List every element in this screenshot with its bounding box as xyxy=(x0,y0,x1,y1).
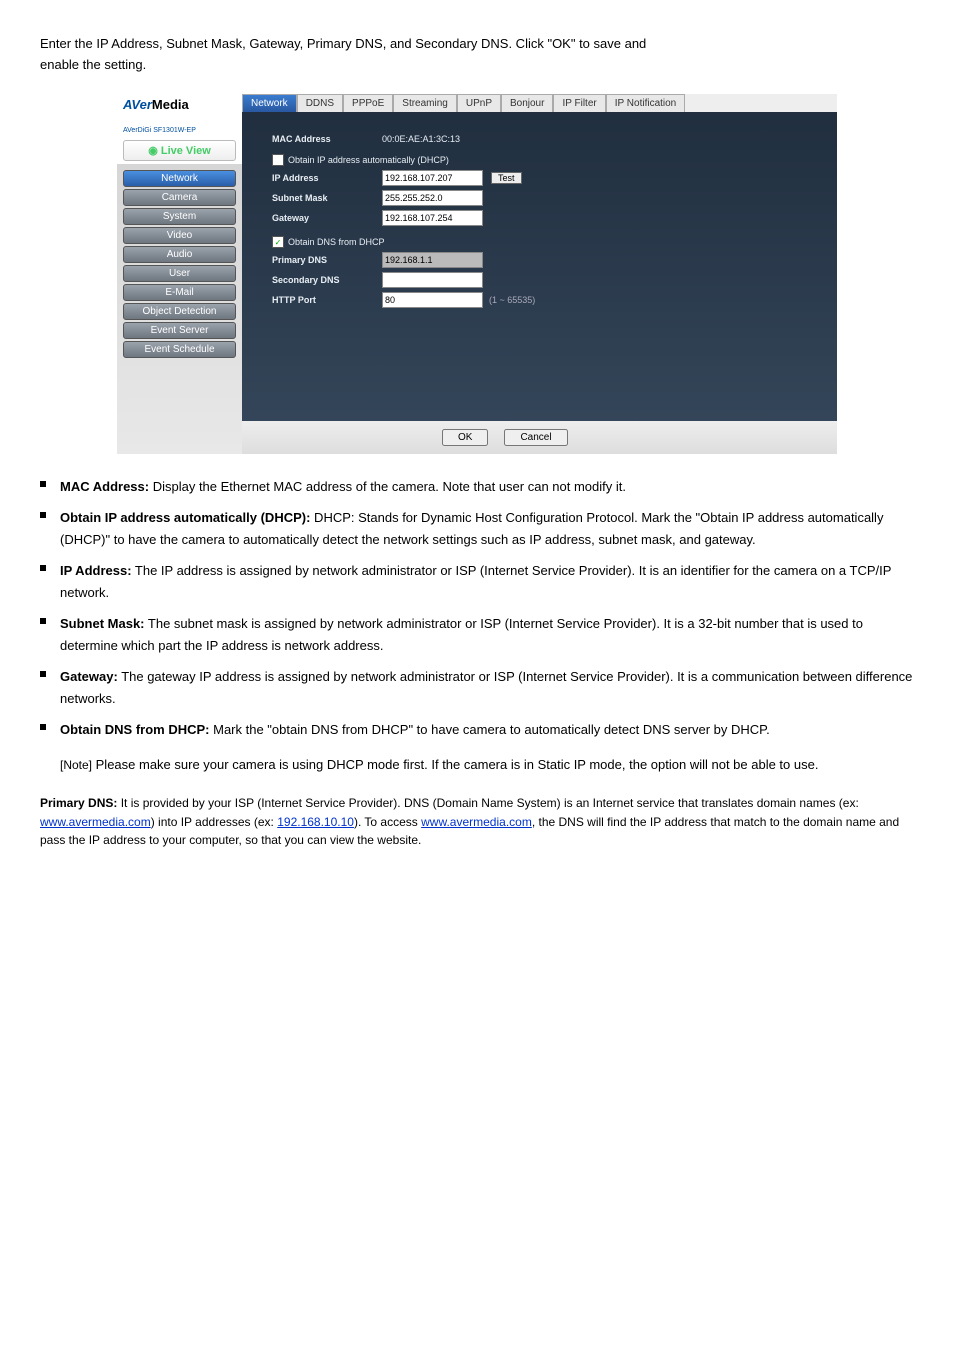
note-section: [Note] Please make sure your camera is u… xyxy=(60,754,914,776)
label-ip: IP Address xyxy=(272,173,382,183)
checkbox-dhcp[interactable] xyxy=(272,154,284,166)
tab-pppoe[interactable]: PPPoE xyxy=(343,94,393,112)
tab-ip-notification[interactable]: IP Notification xyxy=(606,94,686,112)
link-avermedia-1[interactable]: www.avermedia.com xyxy=(40,815,151,829)
tab-streaming[interactable]: Streaming xyxy=(393,94,457,112)
param-gateway: Gateway: The gateway IP address is assig… xyxy=(60,666,914,709)
embedded-screenshot: AVerMedia AVerDiGi SF1301W-EP ◉ Live Vie… xyxy=(117,94,837,454)
label-sdns: Secondary DNS xyxy=(272,275,382,285)
input-pdns[interactable] xyxy=(382,252,483,268)
note-body: Please make sure your camera is using DH… xyxy=(96,757,819,772)
label-dns-dhcp: Obtain DNS from DHCP xyxy=(288,237,385,247)
param-dns-dhcp: Obtain DNS from DHCP: Mark the "obtain D… xyxy=(60,719,914,740)
input-sdns[interactable] xyxy=(382,272,483,288)
test-button[interactable]: Test xyxy=(491,172,522,184)
nav-event-server[interactable]: Event Server xyxy=(123,322,236,339)
note-http-range: (1 ~ 65535) xyxy=(489,295,535,305)
param-mac: MAC Address: Display the Ethernet MAC ad… xyxy=(60,476,914,497)
bullet-icon xyxy=(40,671,46,677)
brand-logo: AVerMedia xyxy=(117,94,242,127)
label-mac: MAC Address xyxy=(272,134,382,144)
label-subnet: Subnet Mask xyxy=(272,193,382,203)
value-mac: 00:0E:AE:A1:3C:13 xyxy=(382,134,460,144)
tab-row: Network DDNS PPPoE Streaming UPnP Bonjou… xyxy=(242,94,837,112)
param-subnet: Subnet Mask: The subnet mask is assigned… xyxy=(60,613,914,656)
bullet-icon xyxy=(40,481,46,487)
live-view-button[interactable]: ◉ Live View xyxy=(123,140,236,161)
intro-line2: enable the setting. xyxy=(40,57,914,72)
tab-network[interactable]: Network xyxy=(242,94,297,112)
ok-button[interactable]: OK xyxy=(442,429,488,446)
bullet-icon xyxy=(40,512,46,518)
input-ip[interactable] xyxy=(382,170,483,186)
input-http-port[interactable] xyxy=(382,292,483,308)
main-panel: Network DDNS PPPoE Streaming UPnP Bonjou… xyxy=(242,94,837,454)
footnote-pdns: Primary DNS: It is provided by your ISP … xyxy=(40,794,914,850)
nav-camera[interactable]: Camera xyxy=(123,189,236,206)
form-area: MAC Address 00:0E:AE:A1:3C:13 Obtain IP … xyxy=(242,112,837,421)
label-pdns: Primary DNS xyxy=(272,255,382,265)
nav-event-schedule[interactable]: Event Schedule xyxy=(123,341,236,358)
param-section: MAC Address: Display the Ethernet MAC ad… xyxy=(40,476,914,740)
param-ip: IP Address: The IP address is assigned b… xyxy=(60,560,914,603)
tab-bonjour[interactable]: Bonjour xyxy=(501,94,553,112)
sub-brand: AVerDiGi SF1301W-EP xyxy=(117,127,242,136)
checkbox-dns-dhcp[interactable]: ✓ xyxy=(272,236,284,248)
bullet-icon xyxy=(40,724,46,730)
label-http-port: HTTP Port xyxy=(272,295,382,305)
bullet-icon xyxy=(40,565,46,571)
input-subnet[interactable] xyxy=(382,190,483,206)
tab-ddns[interactable]: DDNS xyxy=(297,94,343,112)
ok-cancel-bar: OK Cancel xyxy=(242,421,837,454)
nav-audio[interactable]: Audio xyxy=(123,246,236,263)
input-gateway[interactable] xyxy=(382,210,483,226)
label-gateway: Gateway xyxy=(272,213,382,223)
bullet-icon xyxy=(40,618,46,624)
nav-network[interactable]: Network xyxy=(123,170,236,187)
side-nav: Network Camera System Video Audio User E… xyxy=(117,164,242,454)
link-ip[interactable]: 192.168.10.10 xyxy=(277,815,354,829)
intro-line1: Enter the IP Address, Subnet Mask, Gatew… xyxy=(40,36,914,51)
note-head: [Note] xyxy=(60,758,92,772)
nav-object-detection[interactable]: Object Detection xyxy=(123,303,236,320)
tab-ip-filter[interactable]: IP Filter xyxy=(553,94,605,112)
nav-user[interactable]: User xyxy=(123,265,236,282)
tab-upnp[interactable]: UPnP xyxy=(457,94,501,112)
nav-email[interactable]: E-Mail xyxy=(123,284,236,301)
param-dhcp: Obtain IP address automatically (DHCP): … xyxy=(60,507,914,550)
label-dhcp: Obtain IP address automatically (DHCP) xyxy=(288,155,449,165)
cancel-button[interactable]: Cancel xyxy=(504,429,567,446)
nav-video[interactable]: Video xyxy=(123,227,236,244)
sidebar: AVerMedia AVerDiGi SF1301W-EP ◉ Live Vie… xyxy=(117,94,242,454)
link-avermedia-2[interactable]: www.avermedia.com xyxy=(421,815,532,829)
nav-system[interactable]: System xyxy=(123,208,236,225)
